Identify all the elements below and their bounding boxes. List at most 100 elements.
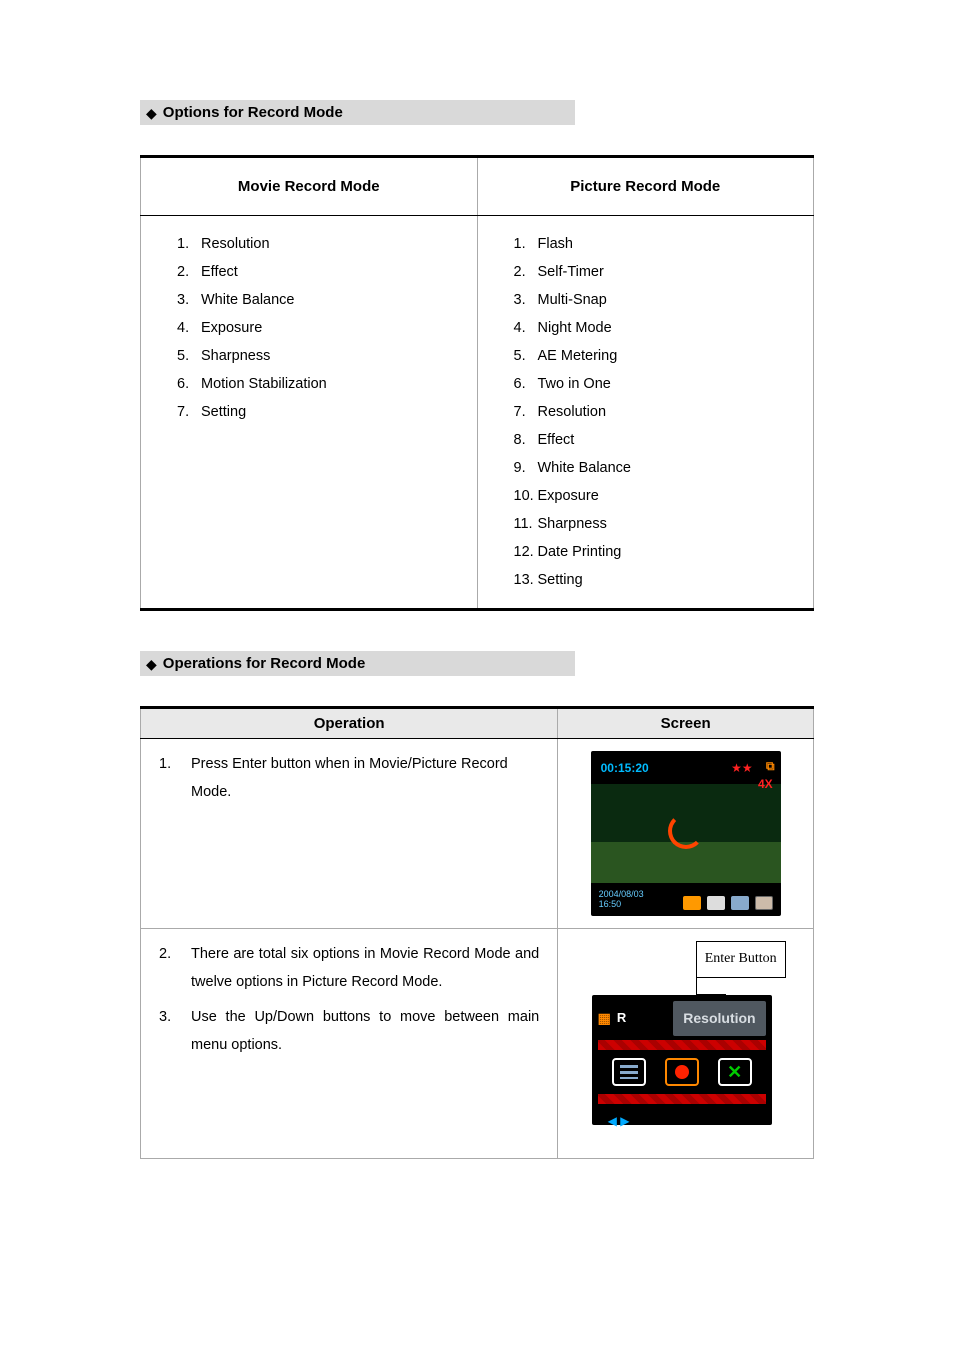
item-number: 5. bbox=[514, 348, 538, 364]
status-icon bbox=[731, 896, 749, 910]
screen-preview-record: 00:15:20 ★★ ⧉ 4X 2004/08/03 16:50 bbox=[591, 751, 781, 916]
list-item: 1.Flash bbox=[514, 230, 778, 258]
item-number: 5. bbox=[177, 348, 201, 364]
list-item: 2.Effect bbox=[177, 258, 441, 286]
item-number: 11. bbox=[514, 516, 538, 532]
menu-icon-row: ✕ bbox=[598, 1054, 766, 1090]
screen-cell-1: 00:15:20 ★★ ⧉ 4X 2004/08/03 16:50 bbox=[558, 739, 814, 929]
list-item: 4.Exposure bbox=[177, 314, 441, 342]
record-indicator: R bbox=[617, 1006, 626, 1031]
section-header-options: ◆ Options for Record Mode bbox=[140, 100, 575, 125]
col-header-screen: Screen bbox=[558, 708, 814, 739]
nav-arrows-icon: ◀ ▶ bbox=[598, 1108, 766, 1133]
screen-stars-icon: ★★ bbox=[731, 757, 753, 780]
item-text: AE Metering bbox=[538, 348, 618, 364]
item-text: Exposure bbox=[201, 320, 262, 336]
screen-bottom-icons bbox=[683, 896, 773, 910]
section-title: Options for Record Mode bbox=[163, 104, 343, 121]
divider-stripe bbox=[598, 1040, 766, 1050]
item-number: 1. bbox=[514, 236, 538, 252]
item-text: Night Mode bbox=[538, 320, 612, 336]
section-title: Operations for Record Mode bbox=[163, 655, 366, 672]
screen-preview-menu: ▦ R Resolution ✕ ◀ ▶ bbox=[592, 995, 772, 1125]
divider-stripe bbox=[598, 1094, 766, 1104]
item-number: 7. bbox=[514, 404, 538, 420]
status-icon bbox=[683, 896, 701, 910]
step-text: There are total six options in Movie Rec… bbox=[191, 941, 539, 996]
item-text: Resolution bbox=[201, 236, 270, 252]
item-number: 9. bbox=[514, 460, 538, 476]
item-text: Self-Timer bbox=[538, 264, 604, 280]
menu-icon-list bbox=[612, 1058, 646, 1086]
swirl-icon bbox=[668, 813, 704, 849]
date-line2: 16:50 bbox=[599, 900, 644, 910]
item-text: Multi-Snap bbox=[538, 292, 607, 308]
item-text: Resolution bbox=[538, 404, 607, 420]
step-text: Use the Up/Down buttons to move between … bbox=[191, 1004, 539, 1059]
diamond-icon: ◆ bbox=[146, 106, 157, 120]
options-table: Movie Record Mode Picture Record Mode 1.… bbox=[140, 155, 814, 611]
item-text: White Balance bbox=[538, 460, 632, 476]
battery-icon bbox=[755, 896, 773, 910]
menu-top-row: ▦ R Resolution bbox=[598, 1001, 766, 1036]
item-text: Setting bbox=[538, 572, 583, 588]
item-text: Effect bbox=[538, 432, 575, 448]
movie-options-cell: 1.Resolution2.Effect3.White Balance4.Exp… bbox=[141, 216, 478, 610]
item-number: 6. bbox=[514, 376, 538, 392]
operation-cell-2: 2. There are total six options in Movie … bbox=[141, 929, 558, 1159]
col-header-movie: Movie Record Mode bbox=[141, 157, 478, 216]
item-number: 10. bbox=[514, 488, 538, 504]
item-number: 3. bbox=[514, 292, 538, 308]
item-text: Motion Stabilization bbox=[201, 376, 327, 392]
col-header-picture: Picture Record Mode bbox=[477, 157, 814, 216]
step-number: 2. bbox=[159, 941, 177, 996]
list-item: 5.AE Metering bbox=[514, 342, 778, 370]
item-number: 8. bbox=[514, 432, 538, 448]
list-item: 1.Resolution bbox=[177, 230, 441, 258]
list-item: 12.Date Printing bbox=[514, 538, 778, 566]
item-number: 7. bbox=[177, 404, 201, 420]
screen-time: 00:15:20 bbox=[601, 757, 649, 780]
list-item: 13.Setting bbox=[514, 566, 778, 594]
list-item: 6.Two in One bbox=[514, 370, 778, 398]
step-text: Press Enter button when in Movie/Picture… bbox=[191, 751, 539, 806]
operation-step: 2. There are total six options in Movie … bbox=[159, 941, 539, 996]
screen-zoom: 4X bbox=[758, 773, 773, 796]
col-header-operation: Operation bbox=[141, 708, 558, 739]
screen-cell-2: Enter Button ▦ R Resolution ✕ bbox=[558, 929, 814, 1159]
list-item: 9.White Balance bbox=[514, 454, 778, 482]
operation-step: 1. Press Enter button when in Movie/Pict… bbox=[159, 751, 539, 806]
item-text: Date Printing bbox=[538, 544, 622, 560]
item-text: White Balance bbox=[201, 292, 295, 308]
item-number: 2. bbox=[514, 264, 538, 280]
item-text: Sharpness bbox=[538, 516, 607, 532]
item-number: 4. bbox=[177, 320, 201, 336]
item-text: Setting bbox=[201, 404, 246, 420]
item-text: Effect bbox=[201, 264, 238, 280]
list-item: 7.Setting bbox=[177, 398, 441, 426]
status-icon bbox=[707, 896, 725, 910]
item-text: Exposure bbox=[538, 488, 599, 504]
item-number: 13. bbox=[514, 572, 538, 588]
item-number: 12. bbox=[514, 544, 538, 560]
operations-table: Operation Screen 1. Press Enter button w… bbox=[140, 706, 814, 1159]
screen-date: 2004/08/03 16:50 bbox=[599, 890, 644, 910]
list-item: 3.White Balance bbox=[177, 286, 441, 314]
menu-icon-close: ✕ bbox=[718, 1058, 752, 1086]
item-number: 2. bbox=[177, 264, 201, 280]
list-item: 3.Multi-Snap bbox=[514, 286, 778, 314]
picture-options-cell: 1.Flash2.Self-Timer3.Multi-Snap4.Night M… bbox=[477, 216, 814, 610]
item-number: 1. bbox=[177, 236, 201, 252]
resolution-menu-item: Resolution bbox=[673, 1001, 765, 1036]
list-item: 7.Resolution bbox=[514, 398, 778, 426]
operation-cell-1: 1. Press Enter button when in Movie/Pict… bbox=[141, 739, 558, 929]
menu-icon-record bbox=[665, 1058, 699, 1086]
item-text: Two in One bbox=[538, 376, 611, 392]
step-number: 1. bbox=[159, 751, 177, 806]
list-item: 10.Exposure bbox=[514, 482, 778, 510]
operation-step: 3. Use the Up/Down buttons to move betwe… bbox=[159, 1004, 539, 1059]
item-number: 6. bbox=[177, 376, 201, 392]
list-item: 6.Motion Stabilization bbox=[177, 370, 441, 398]
list-item: 2.Self-Timer bbox=[514, 258, 778, 286]
step-number: 3. bbox=[159, 1004, 177, 1059]
